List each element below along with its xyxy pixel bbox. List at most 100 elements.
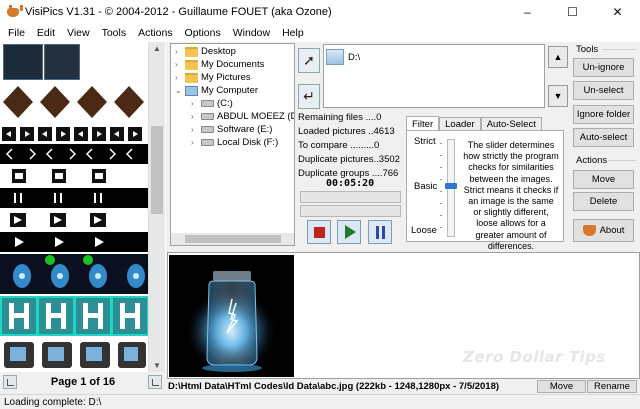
close-button[interactable]: ✕	[595, 0, 640, 24]
tools-group-label: Tools	[576, 44, 599, 55]
stat-to-compare: To compare .........0	[298, 140, 380, 151]
menu-options[interactable]: Options	[179, 27, 227, 39]
scroll-down-icon[interactable]: ▼	[153, 361, 161, 370]
thumbnail[interactable]	[37, 82, 74, 122]
preview-rename-button[interactable]: Rename	[587, 380, 637, 393]
jar-thumbnails[interactable]	[0, 254, 148, 294]
pause-button[interactable]	[368, 220, 392, 244]
tree-node-drive-c[interactable]: › (C:)	[191, 97, 233, 110]
thumbnail[interactable]	[74, 82, 111, 122]
stat-remaining-files: Remaining files ....0	[298, 112, 382, 123]
status-text: Loading complete: D:\	[4, 396, 102, 408]
expand-arrow-icon[interactable]: ›	[175, 73, 185, 82]
remove-folder-button[interactable]: ↵	[298, 84, 320, 109]
tree-node-drive-d[interactable]: › ABDUL MOEEZ (D:)	[191, 110, 294, 123]
letter-h-thumbnails[interactable]	[0, 296, 148, 336]
slider-label-basic: Basic	[414, 181, 438, 192]
thumbnail-row	[0, 232, 148, 252]
drive-icon	[201, 100, 214, 107]
delete-selected-button[interactable]: Delete	[573, 192, 634, 211]
tab-auto-select[interactable]: Auto-Select	[480, 117, 542, 131]
expand-arrow-icon[interactable]: ›	[191, 125, 201, 134]
drive-icon	[326, 49, 344, 65]
expand-arrow-icon[interactable]: ›	[191, 99, 201, 108]
menu-view[interactable]: View	[61, 27, 96, 39]
expand-arrow-icon[interactable]: ›	[175, 60, 185, 69]
thumbnail[interactable]	[111, 82, 148, 122]
ignore-folder-button[interactable]: Ignore folder	[573, 105, 634, 124]
unselect-button[interactable]: Un-select	[573, 81, 634, 100]
scroll-up-icon[interactable]: ▲	[153, 44, 161, 53]
menu-actions[interactable]: Actions	[132, 27, 178, 39]
watermark-text: Zero Dollar Tips	[463, 348, 606, 366]
move-selected-button[interactable]: Move	[573, 170, 634, 189]
window-title: VisiPics V1.31 - © 2004-2012 - Guillaume…	[25, 6, 332, 18]
thumbnail[interactable]	[0, 82, 37, 122]
device-thumbnails[interactable]	[0, 338, 148, 372]
stop-button[interactable]	[307, 220, 331, 244]
next-page-button[interactable]	[148, 375, 162, 389]
tree-node-label: Local Disk (F:)	[217, 137, 279, 148]
exclude-subfolders-button[interactable]: ▼	[548, 85, 568, 107]
tree-node-drive-e[interactable]: › Software (E:)	[191, 123, 272, 136]
minimize-button[interactable]: –	[505, 0, 550, 24]
about-button[interactable]: About	[573, 219, 634, 242]
arrow-strip-thumbnail[interactable]	[0, 126, 148, 142]
computer-icon	[185, 85, 198, 96]
expand-arrow-icon[interactable]: ›	[175, 47, 185, 56]
thumbnail-grid	[0, 42, 148, 372]
tree-node-my-documents[interactable]: › My Documents	[175, 58, 264, 71]
icon-strip-thumbnail[interactable]	[0, 166, 148, 186]
tab-filter[interactable]: Filter	[406, 116, 440, 131]
tree-node-drive-f[interactable]: › Local Disk (F:)	[191, 136, 278, 149]
triangle-up-icon: ▲	[553, 52, 563, 62]
thumbnail-row	[0, 254, 148, 294]
thumbnail-row	[0, 82, 148, 122]
menu-file[interactable]: File	[2, 27, 31, 39]
thumbnail-pane: ▲ ▼ Page 1 of 16	[0, 42, 166, 392]
tab-loader[interactable]: Loader	[439, 117, 481, 131]
scan-folder-item[interactable]: D:\	[326, 49, 360, 65]
compare-progress-bar	[300, 205, 401, 217]
auto-select-button[interactable]: Auto-select	[573, 128, 634, 147]
scan-folder-list[interactable]: D:\	[323, 44, 545, 108]
menu-help[interactable]: Help	[276, 27, 310, 39]
tree-node-desktop[interactable]: › Desktop	[175, 45, 236, 58]
play-button[interactable]	[337, 220, 361, 244]
unignore-button[interactable]: Un-ignore	[573, 58, 634, 77]
similarity-slider-knob[interactable]	[445, 183, 457, 189]
thumbnail[interactable]	[3, 44, 43, 80]
play-strip-thumbnail[interactable]	[0, 232, 148, 252]
thumbnail-scrollbar[interactable]: ▲ ▼	[148, 42, 165, 372]
include-subfolders-button[interactable]: ▲	[548, 46, 568, 68]
thumbnail-row	[0, 338, 148, 372]
preview-move-button[interactable]: Move	[537, 380, 586, 393]
thumbnail[interactable]	[44, 44, 80, 80]
thumbnail-row	[0, 166, 148, 186]
expand-arrow-icon[interactable]: ›	[191, 112, 201, 121]
fox-app-icon	[6, 5, 23, 19]
expand-arrow-icon[interactable]: ›	[191, 138, 201, 147]
pause-strip-thumbnail[interactable]	[0, 188, 148, 208]
title-bar: VisiPics V1.31 - © 2004-2012 - Guillaume…	[0, 0, 640, 24]
thumbnail-row	[0, 126, 148, 142]
scrollbar-thumb[interactable]	[185, 235, 281, 243]
play-icon	[345, 225, 356, 239]
collapse-arrow-icon[interactable]: ⌄	[175, 86, 185, 95]
tree-scrollbar[interactable]	[171, 233, 294, 245]
scrollbar-thumb[interactable]	[151, 126, 163, 214]
menu-tools[interactable]: Tools	[96, 27, 133, 39]
tree-node-label: Software (E:)	[217, 124, 273, 135]
drive-icon	[201, 126, 214, 133]
preview-image[interactable]	[169, 255, 294, 377]
tree-node-my-pictures[interactable]: › My Pictures	[175, 71, 251, 84]
chevron-strip-thumbnail[interactable]	[0, 144, 148, 164]
folder-icon	[185, 72, 198, 83]
maximize-button[interactable]: ☐	[550, 0, 595, 24]
tree-node-my-computer[interactable]: ⌄ My Computer	[175, 84, 258, 97]
previous-page-button[interactable]	[3, 375, 17, 389]
menu-edit[interactable]: Edit	[31, 27, 61, 39]
play-outline-thumbnail[interactable]	[0, 210, 148, 230]
menu-window[interactable]: Window	[227, 27, 276, 39]
add-folder-button[interactable]: ➚	[298, 48, 320, 73]
